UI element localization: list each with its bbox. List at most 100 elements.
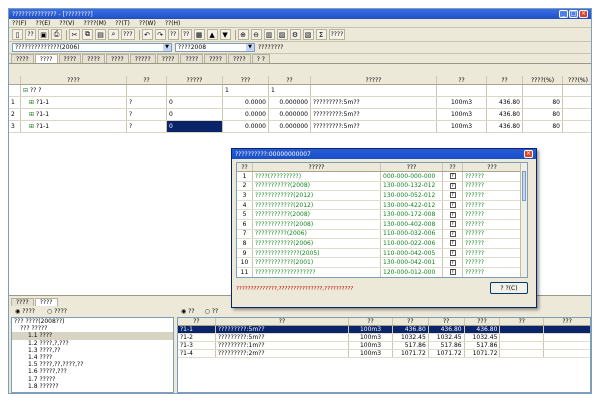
cut-icon[interactable]: ✂ [69,29,80,40]
expr-editor[interactable]: 0 [167,121,223,132]
copy-icon[interactable]: ⧉ [82,29,93,40]
library-chk-cell[interactable]: ? [443,191,463,200]
tree-toggle-icon[interactable]: ⊞ [29,123,34,130]
quota-row[interactable]: ?1-2 ?????????:5m?? 100m3 1032.45 1032.4… [178,334,590,342]
tree-toggle-icon[interactable]: ⊟ [23,87,28,94]
down-icon[interactable]: ▼ [219,29,231,40]
grid-icon[interactable]: ▦ [193,29,205,40]
library-row[interactable]: 7 ??????????(2006) 110-000-032-006??????? [237,229,527,240]
tree-node[interactable]: 1.2 ????,?,??? [12,340,173,347]
table-row[interactable]: 2 ⊞ ?1-1 ? 0 0.0000 0.000000 ?????????:5m… [9,109,591,121]
paste-icon[interactable]: ▤ [95,29,106,40]
tree-node[interactable]: ??? ????(2008??) [12,318,173,325]
library-row[interactable]: 2 ???????????(2008) 130-000-132-012??????? [237,181,527,192]
tree-node[interactable]: 1.7 ????? [12,376,173,383]
tree-node[interactable]: ??? ????? [12,325,173,332]
library-row[interactable]: 11??????????????????? 120-000-012-000????… [237,267,527,277]
dialog-scrollbar[interactable] [520,163,527,277]
tree-toggle-icon[interactable]: ⊞ [29,99,34,106]
print-icon[interactable]: ⎙ [51,29,62,40]
checkbox-icon[interactable]: ? [449,259,456,266]
library-chk-cell[interactable]: ? [443,172,463,181]
tab-composite[interactable]: ???? [82,54,105,63]
library-chk-cell[interactable]: ? [443,210,463,219]
library-row[interactable]: 3 ????????????(2012) 130-000-052-012??????… [237,191,527,201]
library-chk-cell[interactable]: ? [443,200,463,210]
tab-materials-query[interactable]: ???? [11,298,34,306]
tab-transport[interactable]: ???? [106,54,129,63]
checkbox-icon[interactable]: ? [449,211,456,218]
report-icon[interactable]: ▧ [302,29,314,40]
tab-cost[interactable]: ???? [204,54,227,63]
menu-view[interactable]: ??(V) [59,20,74,27]
quota-row-selected[interactable]: ?1-1 ?????????:5m?? 100m3 436.80 436.80 … [178,326,590,334]
summary-icon[interactable]: Σ [315,29,327,40]
table-row[interactable]: 3 ⊞ ?1-1 ? 0 0.0000 0.000000 ?????????:5m… [9,121,591,133]
library-chk-cell[interactable]: ? [443,219,463,229]
checkbox-icon[interactable]: ? [449,202,456,209]
checkbox-icon[interactable]: ? [449,192,456,199]
tab-info[interactable]: ???? [11,54,34,63]
tab-materials[interactable]: ???? [156,54,180,63]
find-icon[interactable]: ⌕ [108,29,119,40]
table-row[interactable]: 1 ⊞ ?1-1 ? 0 0.0000 0.000000 ?????????:5m… [9,97,591,109]
tab-measure[interactable]: ???? [58,54,82,63]
radio-condition-icon[interactable]: ○ [47,308,52,315]
redo-icon[interactable]: ↷ [154,29,166,40]
tree-node[interactable]: 1.3 ????,?? [12,347,173,354]
tab-equipment[interactable]: ???? [180,54,204,63]
fixed-button[interactable]: ?? [167,29,179,40]
menu-edit[interactable]: ??(E) [36,20,51,27]
menu-help[interactable]: ??(H) [165,20,181,27]
checkbox-icon[interactable]: ? [449,250,456,257]
project-select[interactable]: ??????????????(2006) ▼ [12,43,172,52]
checkbox-icon[interactable]: ? [449,221,456,228]
settings-label[interactable]: ???????? [258,44,283,51]
checkbox-icon[interactable]: ? [449,173,456,180]
delete-icon[interactable]: ⊖ [250,29,262,40]
library-row[interactable]: 1 ????(?????????) 000-000-000-000??????? [237,172,527,182]
quota-row[interactable]: ?1-3 ?????????:1m?? 100m3 517.86 517.86 … [178,342,590,350]
menu-window[interactable]: ??(W) [139,20,156,27]
library-row[interactable]: 8 ????????????(2006) 110-000-022-006??????… [237,239,527,249]
library-row[interactable]: 10 ????????????(2001) 130-000-042-001?????… [237,258,527,268]
table-row-root[interactable]: ⊟?? ? 1 1 [9,85,591,97]
up-icon[interactable]: ▲ [206,29,218,40]
checkbox-icon[interactable]: ? [449,240,456,247]
menu-project[interactable]: ????(M) [84,20,107,27]
radio-replace-icon[interactable]: ○ [205,308,210,315]
calc-button[interactable]: ??? [121,29,135,40]
tree-node-selected[interactable]: 1.1 ???? [12,332,173,340]
save-icon[interactable]: ▣ [38,29,49,40]
tree-node[interactable]: 1.8 ?????? [12,383,173,390]
close-button[interactable]: ? ?(C) [490,282,528,294]
library-chk-cell[interactable]: ? [443,229,463,239]
table-icon[interactable]: ▥ [263,29,275,40]
checkbox-icon[interactable]: ? [449,182,456,189]
tree-toggle-icon[interactable]: ⊞ [29,111,34,118]
settings-icon[interactable]: ⚙ [289,29,301,40]
menu-tools[interactable]: ??(T) [115,20,130,27]
library-chk-cell[interactable]: ? [443,258,463,267]
insert-icon[interactable]: ⊕ [237,29,249,40]
checkbox-icon[interactable]: ? [449,230,456,237]
summary-calc-button[interactable]: ???? [328,29,346,40]
library-chk-cell[interactable]: ? [443,181,463,191]
tab-quota-query[interactable]: ???? [34,298,58,306]
material-button[interactable]: ?? [180,29,192,40]
checkbox-icon[interactable]: ? [449,269,456,276]
tab-earthwork[interactable]: ????? [129,54,156,63]
library-chk-cell[interactable]: ? [443,239,463,248]
library-chk-cell[interactable]: ? [443,267,463,277]
tab-report[interactable]: ? ? [251,54,270,63]
tab-fees[interactable]: ???? [227,54,251,63]
new-icon[interactable]: ▯ [12,29,23,40]
close-window-button[interactable]: × [579,10,588,18]
library-chk-cell[interactable]: ? [443,248,463,258]
radio-add-icon[interactable]: ◉ [181,308,186,315]
radio-chapter-icon[interactable]: ◉ [15,308,20,315]
undo-icon[interactable]: ↶ [141,29,153,40]
tree-node[interactable]: 1.4 ???? [12,354,173,361]
library-row[interactable]: 4 ????????????(2012) 130-000-422-012??????… [237,200,527,211]
scroll-thumb[interactable] [522,171,526,201]
